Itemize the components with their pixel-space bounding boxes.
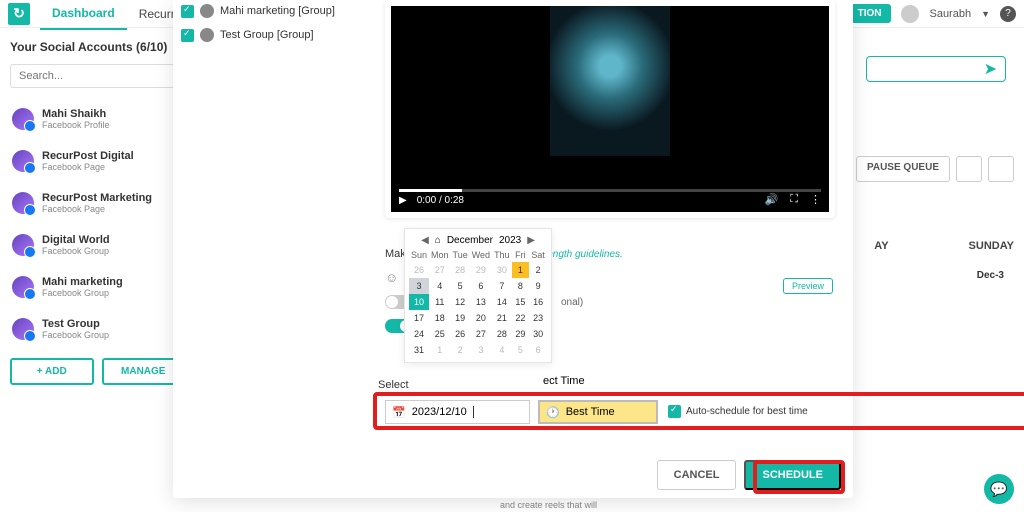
calendar-day[interactable]: 4 [429, 278, 451, 294]
calendar-day[interactable]: 29 [470, 262, 492, 278]
calendar-day[interactable]: 13 [470, 294, 492, 310]
calendar-day[interactable]: 25 [429, 326, 451, 342]
user-name: Saurabh [929, 8, 971, 20]
play-icon[interactable]: ▶ [399, 195, 407, 206]
account-item[interactable]: RecurPost DigitalFacebook Page [10, 144, 185, 178]
account-item[interactable]: Mahi marketingFacebook Group [10, 270, 185, 304]
calendar-date: Dec-3 [977, 270, 1004, 281]
schedule-modal: Mahi marketing [Group] Test Group [Group… [173, 0, 853, 498]
volume-icon[interactable]: 🔊 [765, 193, 779, 206]
clock-icon: 🕐 [546, 406, 560, 419]
calendar-day[interactable]: 4 [492, 342, 512, 358]
calendar-day[interactable]: 2 [529, 262, 547, 278]
account-item[interactable]: RecurPost MarketingFacebook Page [10, 186, 185, 220]
help-icon[interactable]: ? [1000, 6, 1016, 22]
calendar-day[interactable]: 9 [529, 278, 547, 294]
calendar-day[interactable]: 3 [409, 278, 429, 294]
checkbox-icon[interactable] [181, 5, 194, 18]
select-date-label: Select [378, 379, 409, 391]
calendar-day[interactable]: 19 [451, 310, 470, 326]
calendar-day[interactable]: 5 [451, 278, 470, 294]
group-checkbox-item[interactable]: Test Group [Group] [181, 28, 335, 42]
prev-month-icon[interactable]: ◀ [421, 235, 429, 246]
hint-text: and create reels that will [500, 500, 597, 510]
cancel-button[interactable]: CANCEL [657, 460, 737, 490]
next-month-icon[interactable]: ▶ [527, 235, 535, 246]
calendar-day[interactable]: 3 [470, 342, 492, 358]
calendar-day[interactable]: 18 [429, 310, 451, 326]
checkbox-icon[interactable] [181, 29, 194, 42]
user-avatar[interactable] [901, 5, 919, 23]
video-preview[interactable]: ▶ 0:00 / 0:28 🔊 ⛶ ⋮ [385, 0, 835, 218]
calendar-day[interactable]: 26 [451, 326, 470, 342]
search-input[interactable] [10, 64, 185, 88]
tab-dashboard[interactable]: Dashboard [40, 0, 127, 30]
calendar-day[interactable]: 21 [492, 310, 512, 326]
nav-action-button[interactable]: TION [848, 4, 892, 23]
guidelines-link[interactable]: length guidelines. [545, 249, 623, 260]
account-item[interactable]: Mahi ShaikhFacebook Profile [10, 102, 185, 136]
calendar-day[interactable]: 28 [451, 262, 470, 278]
list-icon[interactable] [988, 156, 1014, 182]
emoji-icon[interactable]: ☺ [385, 270, 398, 285]
more-icon[interactable]: ⋮ [810, 193, 821, 206]
calendar-day[interactable]: 16 [529, 294, 547, 310]
calendar-day[interactable]: 27 [429, 262, 451, 278]
calendar-day[interactable]: 20 [470, 310, 492, 326]
time-input[interactable]: 🕐 Best Time [538, 400, 658, 424]
calendar-day[interactable]: 1 [429, 342, 451, 358]
calendar-day[interactable]: 31 [409, 342, 429, 358]
calendar-day[interactable]: 5 [512, 342, 530, 358]
calendar-day[interactable]: 8 [512, 278, 530, 294]
day-header: AY [874, 240, 888, 252]
auto-schedule-checkbox[interactable] [668, 405, 681, 418]
video-thumbnail [550, 6, 670, 156]
chat-fab[interactable]: 💬 [984, 474, 1014, 504]
calendar-day[interactable]: 12 [451, 294, 470, 310]
select-time-label: ect Time [543, 375, 585, 387]
home-icon[interactable]: ⌂ [435, 235, 441, 246]
account-item[interactable]: Digital WorldFacebook Group [10, 228, 185, 262]
day-header: SUNDAY [969, 240, 1014, 252]
pause-queue-button[interactable]: PAUSE QUEUE [856, 156, 950, 182]
calendar-day[interactable]: 15 [512, 294, 530, 310]
calendar-day[interactable]: 24 [409, 326, 429, 342]
fullscreen-icon[interactable]: ⛶ [790, 193, 798, 206]
calendar-day[interactable]: 6 [529, 342, 547, 358]
calendar-day[interactable]: 30 [529, 326, 547, 342]
calendar-icon: 📅 [392, 406, 406, 419]
calendar-day[interactable]: 30 [492, 262, 512, 278]
account-item[interactable]: Test GroupFacebook Group [10, 312, 185, 346]
video-time: 0:00 / 0:28 [417, 195, 464, 206]
calendar-day[interactable]: 23 [529, 310, 547, 326]
calendar-day[interactable]: 14 [492, 294, 512, 310]
calendar-day[interactable]: 22 [512, 310, 530, 326]
app-logo[interactable]: ↻ [8, 3, 30, 25]
calendar-day[interactable]: 27 [470, 326, 492, 342]
calendar-day[interactable]: 28 [492, 326, 512, 342]
calendar-year: 2023 [499, 235, 521, 246]
add-account-button[interactable]: + ADD [10, 358, 94, 385]
group-checkbox-item[interactable]: Mahi marketing [Group] [181, 4, 335, 18]
calendar-day[interactable]: 17 [409, 310, 429, 326]
share-icon[interactable] [956, 156, 982, 182]
send-box[interactable]: ➤ [866, 56, 1006, 82]
calendar-day[interactable]: 26 [409, 262, 429, 278]
calendar-day[interactable]: 6 [470, 278, 492, 294]
calendar-day[interactable]: 29 [512, 326, 530, 342]
calendar-day[interactable]: 1 [512, 262, 530, 278]
auto-schedule-label: Auto-schedule for best time [686, 406, 808, 417]
calendar-month: December [447, 235, 493, 246]
calendar-day[interactable]: 10 [409, 294, 429, 310]
schedule-button[interactable]: SCHEDULE [744, 460, 841, 490]
preview-button[interactable]: Preview [783, 278, 833, 294]
date-input[interactable]: 📅 2023/12/10 [385, 400, 530, 424]
sidebar-title: Your Social Accounts (6/10) [10, 40, 185, 54]
date-picker-calendar[interactable]: ◀ ⌂ December 2023 ▶ SunMonTueWedThuFriSa… [404, 228, 552, 363]
calendar-day[interactable]: 2 [451, 342, 470, 358]
calendar-day[interactable]: 11 [429, 294, 451, 310]
calendar-day[interactable]: 7 [492, 278, 512, 294]
